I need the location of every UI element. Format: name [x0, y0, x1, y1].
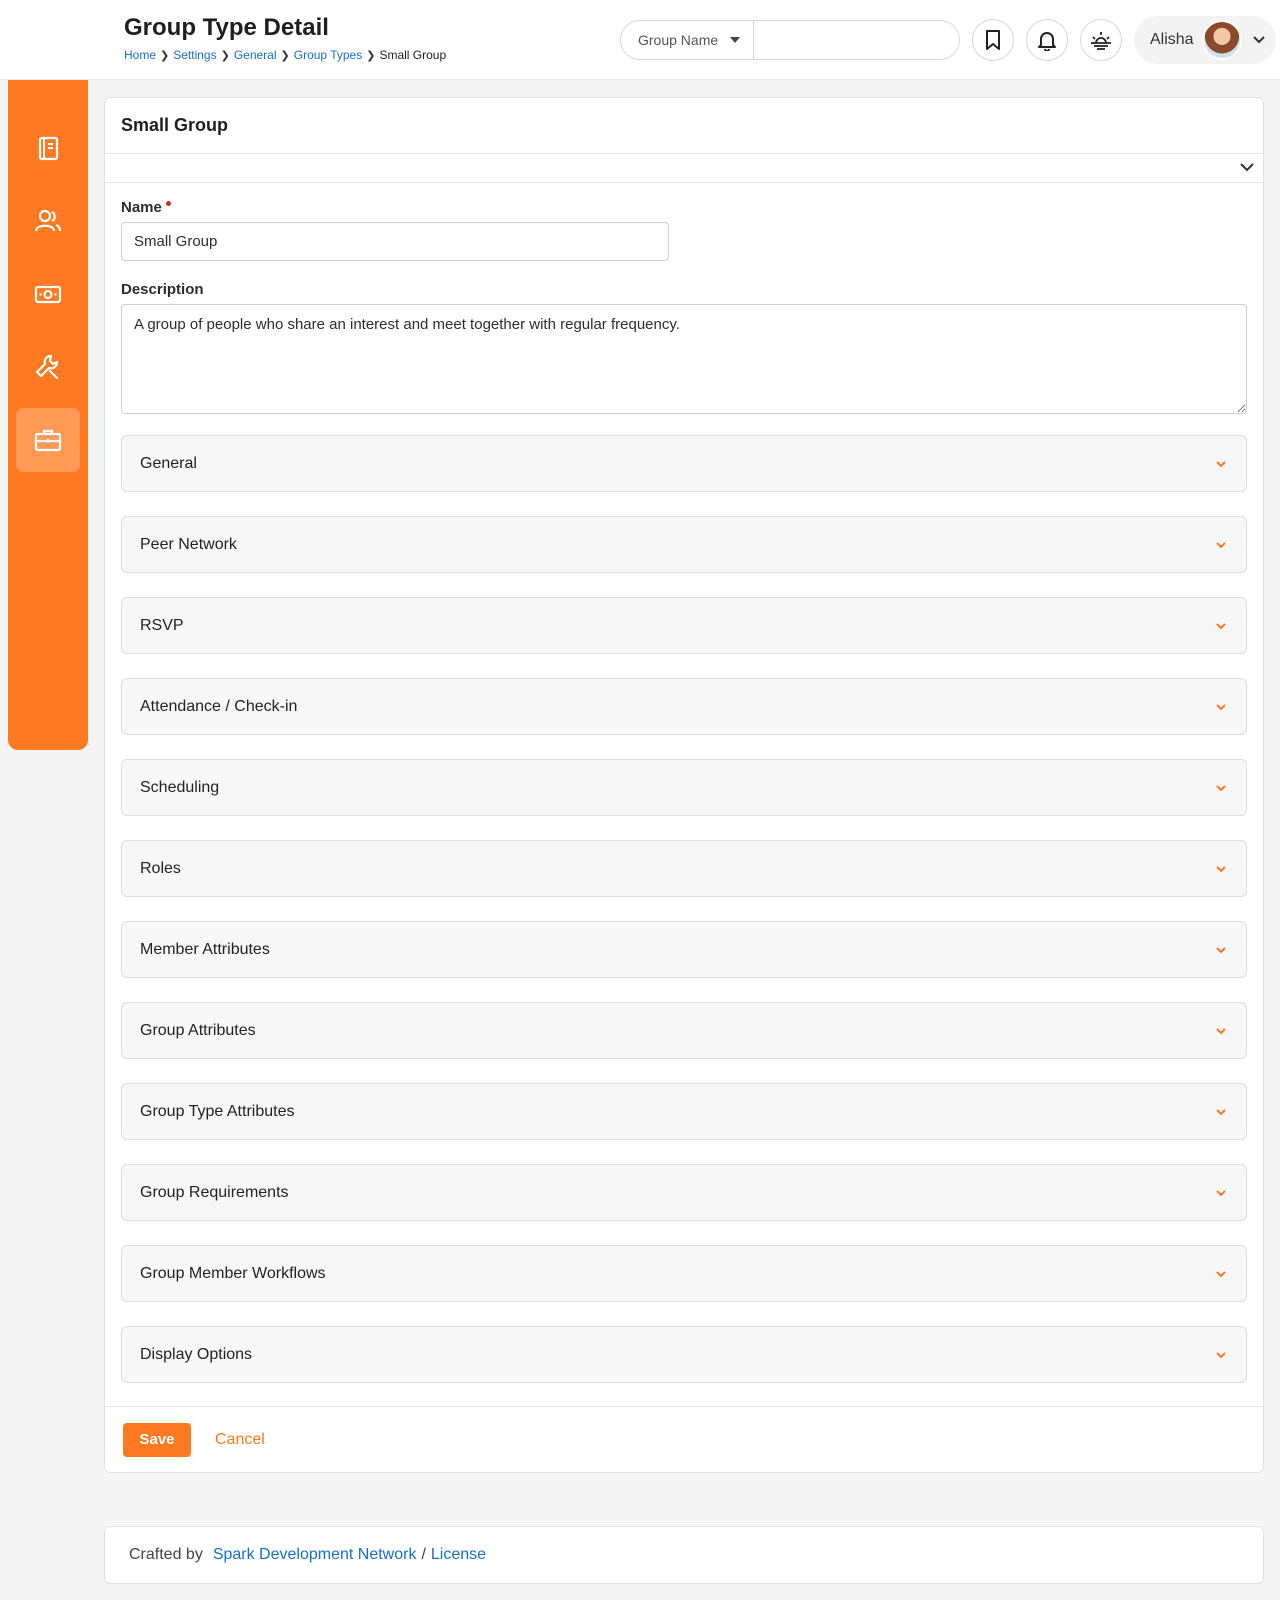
section-panel[interactable]: Group Requirements	[121, 1164, 1247, 1221]
money-icon	[34, 285, 62, 304]
footer-separator: /	[421, 1546, 426, 1563]
chevron-down-icon[interactable]	[1239, 161, 1255, 173]
chevron-down-icon	[1216, 865, 1226, 872]
chevron-down-icon	[1216, 1189, 1226, 1196]
bell-icon	[1038, 32, 1056, 51]
nav-people[interactable]	[16, 189, 80, 253]
breadcrumb: Home ❯ Settings ❯ General ❯ Group Types …	[124, 48, 446, 62]
chevron-down-icon	[1216, 1351, 1226, 1358]
section-label: Group Type Attributes	[140, 1102, 295, 1120]
name-label: Name	[121, 199, 1247, 216]
section-panel[interactable]: Display Options	[121, 1326, 1247, 1383]
required-indicator	[165, 201, 171, 206]
footer-prefix: Crafted by	[129, 1546, 203, 1563]
chevron-down-icon	[1216, 703, 1226, 710]
breadcrumb-separator-icon: ❯	[160, 49, 170, 62]
breadcrumb-group-types[interactable]: Group Types	[294, 48, 362, 62]
breadcrumb-separator-icon: ❯	[366, 49, 376, 62]
section-label: Group Requirements	[140, 1183, 289, 1201]
user-name: Alisha	[1150, 31, 1194, 48]
bookmark-icon	[986, 30, 1000, 50]
chevron-down-icon	[1216, 622, 1226, 629]
search-bar: Group Name	[620, 20, 960, 60]
search-filter-label: Group Name	[638, 32, 719, 48]
wrench-icon	[35, 354, 59, 380]
chevron-down-icon	[1216, 1108, 1226, 1115]
caret-down-icon	[730, 37, 741, 43]
section-panel[interactable]: Group Type Attributes	[121, 1083, 1247, 1140]
save-button[interactable]: Save	[123, 1422, 191, 1457]
briefcase-icon	[34, 429, 62, 452]
card-collapse-bar	[105, 154, 1263, 183]
page-footer: Crafted by Spark Development Network / L…	[104, 1526, 1264, 1584]
breadcrumb-general[interactable]: General	[234, 48, 277, 62]
description-field[interactable]: A group of people who share an interest …	[121, 304, 1247, 414]
chevron-down-icon	[1216, 946, 1226, 953]
nav-notebook[interactable]	[16, 116, 80, 180]
section-label: Roles	[140, 859, 181, 877]
search-filter-dropdown[interactable]: Group Name	[621, 21, 754, 59]
footer-link-org[interactable]: Spark Development Network	[213, 1546, 417, 1564]
section-panel[interactable]: General	[121, 435, 1247, 492]
form-actions: Save Cancel	[105, 1406, 1263, 1472]
avatar	[1201, 20, 1242, 60]
description-label-text: Description	[121, 281, 204, 298]
chevron-down-icon	[1216, 460, 1226, 467]
card-header: Small Group	[105, 98, 1263, 154]
card-body: Name Description A group of people who s…	[105, 183, 1263, 1383]
breadcrumb-current: Small Group	[379, 48, 447, 62]
chevron-down-icon	[1216, 1027, 1226, 1034]
footer-link-license[interactable]: License	[431, 1546, 486, 1564]
chevron-down-icon	[1252, 36, 1265, 44]
nav-tools[interactable]	[16, 335, 80, 399]
description-label: Description	[121, 281, 1247, 298]
page-title: Group Type Detail	[124, 14, 329, 41]
chevron-down-icon	[1216, 1270, 1226, 1277]
section-panel[interactable]: RSVP	[121, 597, 1247, 654]
breadcrumb-settings[interactable]: Settings	[173, 48, 216, 62]
breadcrumb-home[interactable]: Home	[124, 48, 156, 62]
section-panel[interactable]: Member Attributes	[121, 921, 1247, 978]
section-label: Group Attributes	[140, 1021, 256, 1039]
section-list: General Peer Network RSVP Attendance / Chec…	[121, 435, 1247, 1383]
nav-finance[interactable]	[16, 262, 80, 326]
notifications-button[interactable]	[1026, 19, 1068, 61]
section-panel[interactable]: Group Attributes	[121, 1002, 1247, 1059]
bookmark-button[interactable]	[972, 19, 1014, 61]
section-label: Display Options	[140, 1345, 253, 1363]
section-label: Group Member Workflows	[140, 1264, 326, 1282]
sidebar	[8, 8, 88, 750]
user-menu[interactable]: Alisha	[1134, 16, 1276, 64]
section-panel[interactable]: Roles	[121, 840, 1247, 897]
notebook-icon	[38, 136, 59, 161]
theme-toggle-button[interactable]	[1080, 19, 1122, 61]
section-label: RSVP	[140, 616, 184, 634]
group-type-card: Small Group Name Description A group of …	[104, 97, 1264, 1473]
nav-admin[interactable]	[16, 408, 80, 472]
section-label: Attendance / Check-in	[140, 697, 298, 715]
breadcrumb-separator-icon: ❯	[220, 49, 230, 62]
sunrise-icon	[1091, 32, 1111, 50]
search-input[interactable]	[754, 21, 959, 59]
breadcrumb-separator-icon: ❯	[280, 49, 290, 62]
section-panel[interactable]: Peer Network	[121, 516, 1247, 573]
chevron-down-icon	[1216, 541, 1226, 548]
top-bar: Group Type Detail Home ❯ Settings ❯ Gene…	[0, 0, 1280, 80]
section-panel[interactable]: Attendance / Check-in	[121, 678, 1247, 735]
section-label: Peer Network	[140, 535, 237, 553]
people-icon	[34, 209, 62, 232]
card-title: Small Group	[121, 115, 229, 135]
name-field[interactable]	[121, 222, 669, 261]
section-panel[interactable]: Scheduling	[121, 759, 1247, 816]
section-label: Member Attributes	[140, 940, 270, 958]
name-label-text: Name	[121, 199, 162, 216]
cancel-button[interactable]: Cancel	[215, 1431, 265, 1449]
section-label: Scheduling	[140, 778, 220, 796]
section-panel[interactable]: Group Member Workflows	[121, 1245, 1247, 1302]
chevron-down-icon	[1216, 784, 1226, 791]
section-label: General	[140, 454, 197, 472]
